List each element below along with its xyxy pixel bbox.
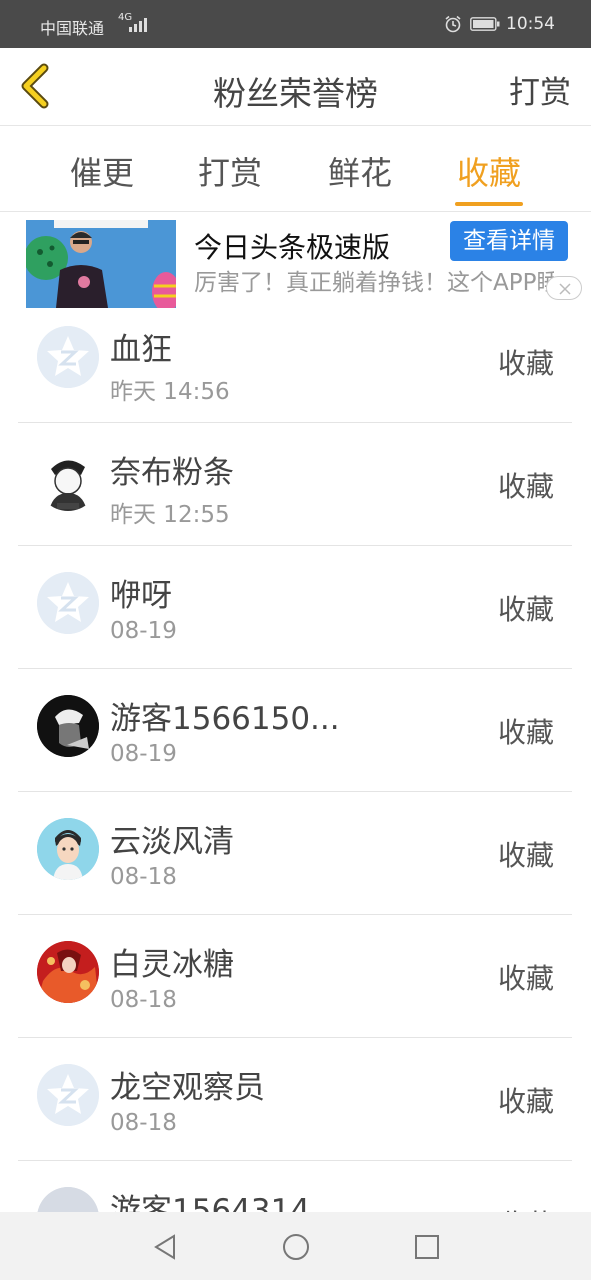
avatar [37, 941, 99, 1003]
nav-home-icon[interactable] [282, 1233, 310, 1261]
nav-recent-apps-icon[interactable] [414, 1234, 440, 1260]
user-name: 游客1566150... [110, 701, 340, 737]
action-label: 收藏 [497, 962, 554, 995]
ad-thumbnail [26, 220, 176, 308]
illustration-avatar-icon [37, 941, 99, 1003]
close-icon [559, 283, 571, 295]
nav-back-icon[interactable] [152, 1233, 178, 1261]
list-item[interactable]: 咿呀 08-19 收藏 [18, 546, 572, 669]
anime-avatar-icon [37, 449, 99, 511]
default-avatar-icon [37, 1064, 99, 1126]
tab-urge[interactable]: 催更 [57, 148, 147, 194]
ad-close-button[interactable] [546, 276, 582, 300]
user-name: 白灵冰糖 [110, 947, 234, 983]
action-label: 收藏 [497, 593, 554, 626]
avatar [37, 326, 99, 388]
tab-flowers[interactable]: 鲜花 [315, 148, 405, 194]
user-name: 云淡风清 [110, 824, 234, 860]
timestamp: 08-19 [110, 618, 177, 644]
app-header: 粉丝荣誉榜 打赏 [0, 48, 591, 126]
photo-avatar-icon [37, 695, 99, 757]
battery-icon [470, 17, 500, 31]
action-label: 收藏 [497, 839, 554, 872]
action-label: 收藏 [497, 347, 554, 380]
tab-reward[interactable]: 打赏 [185, 148, 275, 194]
avatar [37, 695, 99, 757]
ad-title: 今日头条极速版 [194, 231, 391, 264]
reward-button[interactable]: 打赏 [509, 67, 571, 112]
carrier-label: 中国联通 [40, 19, 105, 38]
list-item[interactable]: 云淡风清 08-18 收藏 [18, 792, 572, 915]
active-tab-indicator [455, 202, 523, 206]
default-avatar-icon [37, 326, 99, 388]
action-label: 收藏 [497, 1085, 554, 1118]
avatar [37, 572, 99, 634]
ad-details-button[interactable]: 查看详情 [450, 221, 568, 261]
list-item[interactable]: 奈布粉条 昨天 12:55 收藏 [18, 423, 572, 546]
status-bar: 中国联通 4G 10:54 [0, 0, 591, 48]
timestamp: 08-18 [110, 864, 177, 890]
timestamp: 08-19 [110, 741, 177, 767]
user-name: 龙空观察员 [110, 1070, 265, 1106]
list-item[interactable]: 白灵冰糖 08-18 收藏 [18, 915, 572, 1038]
cartoon-avatar-icon [37, 818, 99, 880]
tab-favorites[interactable]: 收藏 [444, 148, 534, 194]
user-name: 血狂 [110, 332, 172, 368]
timestamp: 08-18 [110, 1110, 177, 1136]
avatar [37, 818, 99, 880]
timestamp: 昨天 12:55 [110, 502, 230, 528]
clock: 10:54 [506, 14, 555, 34]
avatar [37, 1064, 99, 1126]
user-name: 奈布粉条 [110, 455, 234, 491]
alarm-icon [445, 15, 461, 33]
ad-banner[interactable]: 今日头条极速版 查看详情 厉害了！真正躺着挣钱！这个APP睡觉走路都能挣钱！ [0, 212, 591, 310]
list-item[interactable]: 龙空观察员 08-18 收藏 [18, 1038, 572, 1161]
signal-icon [129, 18, 147, 32]
list-item[interactable]: 血狂 昨天 14:56 收藏 [18, 300, 572, 423]
user-name: 咿呀 [110, 578, 172, 614]
timestamp: 昨天 14:56 [110, 379, 230, 405]
tab-bar: 催更 打赏 鲜花 收藏 [0, 126, 591, 212]
list-item[interactable]: 游客1566150... 08-19 收藏 [18, 669, 572, 792]
default-avatar-icon [37, 572, 99, 634]
system-navigation-bar [0, 1212, 591, 1280]
action-label: 收藏 [497, 470, 554, 503]
avatar [37, 449, 99, 511]
page-title: 粉丝荣誉榜 [213, 74, 378, 113]
action-label: 收藏 [497, 716, 554, 749]
timestamp: 08-18 [110, 987, 177, 1013]
